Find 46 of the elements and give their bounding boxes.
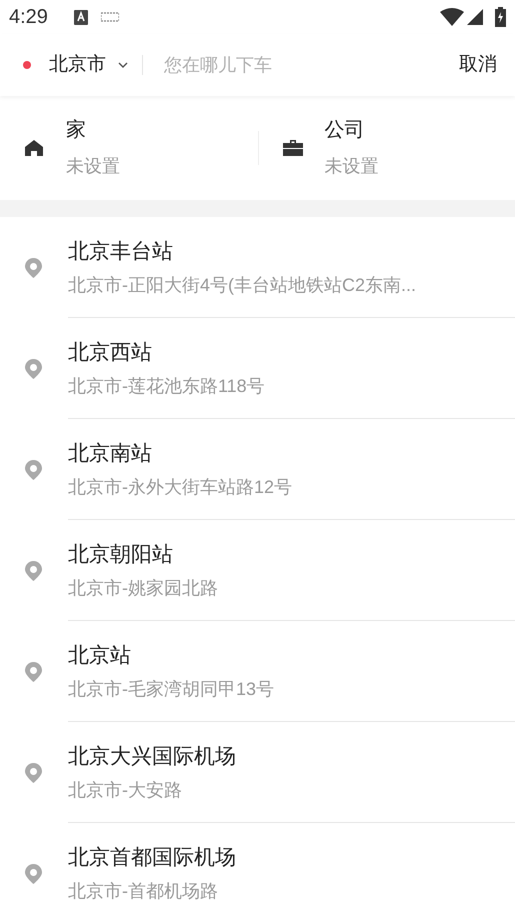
shortcut-status: 未设置 (66, 155, 120, 178)
place-item[interactable]: 北京南站 北京市-永外大街车站路12号 (0, 419, 515, 520)
briefcase-icon (282, 139, 302, 157)
cancel-button[interactable]: 取消 (459, 50, 497, 80)
place-name: 北京南站 (68, 440, 153, 466)
place-name: 北京西站 (68, 340, 153, 366)
shortcut-item[interactable]: 公司 未设置 (258, 116, 378, 180)
status-time: 4:29 (9, 5, 48, 30)
place-address: 北京市-大安路 (68, 778, 183, 802)
place-address: 北京市-姚家园北路 (68, 576, 219, 600)
place-address: 北京市-莲花池东路118号 (68, 374, 266, 398)
shortcut-status: 未设置 (324, 155, 378, 178)
wifi-icon (440, 8, 464, 26)
keyboard-a-icon (74, 10, 88, 24)
city-selector[interactable]: 北京市 (49, 50, 128, 80)
map-pin-icon (25, 258, 42, 278)
place-name: 北京首都国际机场 (68, 844, 237, 870)
place-item[interactable]: 北京站 北京市-毛家湾胡同甲13号 (0, 621, 515, 722)
place-name: 北京朝阳站 (68, 542, 174, 568)
map-pin-icon (25, 662, 42, 682)
place-item[interactable]: 北京大兴国际机场 北京市-大安路 (0, 722, 515, 823)
shortcut-label: 公司 (324, 118, 366, 143)
shortcut-item[interactable]: 家 未设置 (0, 116, 120, 180)
map-pin-icon (25, 762, 42, 782)
map-pin-icon (25, 560, 42, 580)
map-pin-icon (25, 460, 42, 480)
shortcut-label: 家 (66, 118, 87, 143)
destination-input[interactable]: 您在哪儿下车 (164, 52, 459, 78)
place-name: 北京大兴国际机场 (68, 744, 237, 770)
place-name: 北京站 (68, 642, 132, 668)
chevron-down-icon (118, 62, 128, 68)
place-address: 北京市-正阳大街4号(丰台站地铁站C2东南... (68, 274, 418, 297)
place-address: 北京市-永外大街车站路12号 (68, 476, 294, 498)
signal-icon (467, 9, 483, 25)
map-pin-icon (25, 864, 42, 884)
place-item[interactable]: 北京西站 北京市-莲花池东路118号 (0, 318, 515, 419)
home-icon (24, 138, 44, 158)
keyboard-icon (100, 12, 119, 22)
place-address: 北京市-首都机场路 (68, 880, 219, 902)
place-name: 北京丰台站 (68, 238, 174, 264)
place-item[interactable]: 北京首都国际机场 北京市-首都机场路 (0, 823, 515, 917)
place-item[interactable]: 北京朝阳站 北京市-姚家园北路 (0, 520, 515, 621)
map-pin-icon (25, 358, 42, 378)
battery-icon (495, 7, 506, 27)
place-item[interactable]: 北京丰台站 北京市-正阳大街4号(丰台站地铁站C2东南... (0, 217, 515, 318)
place-address: 北京市-毛家湾胡同甲13号 (68, 678, 276, 700)
